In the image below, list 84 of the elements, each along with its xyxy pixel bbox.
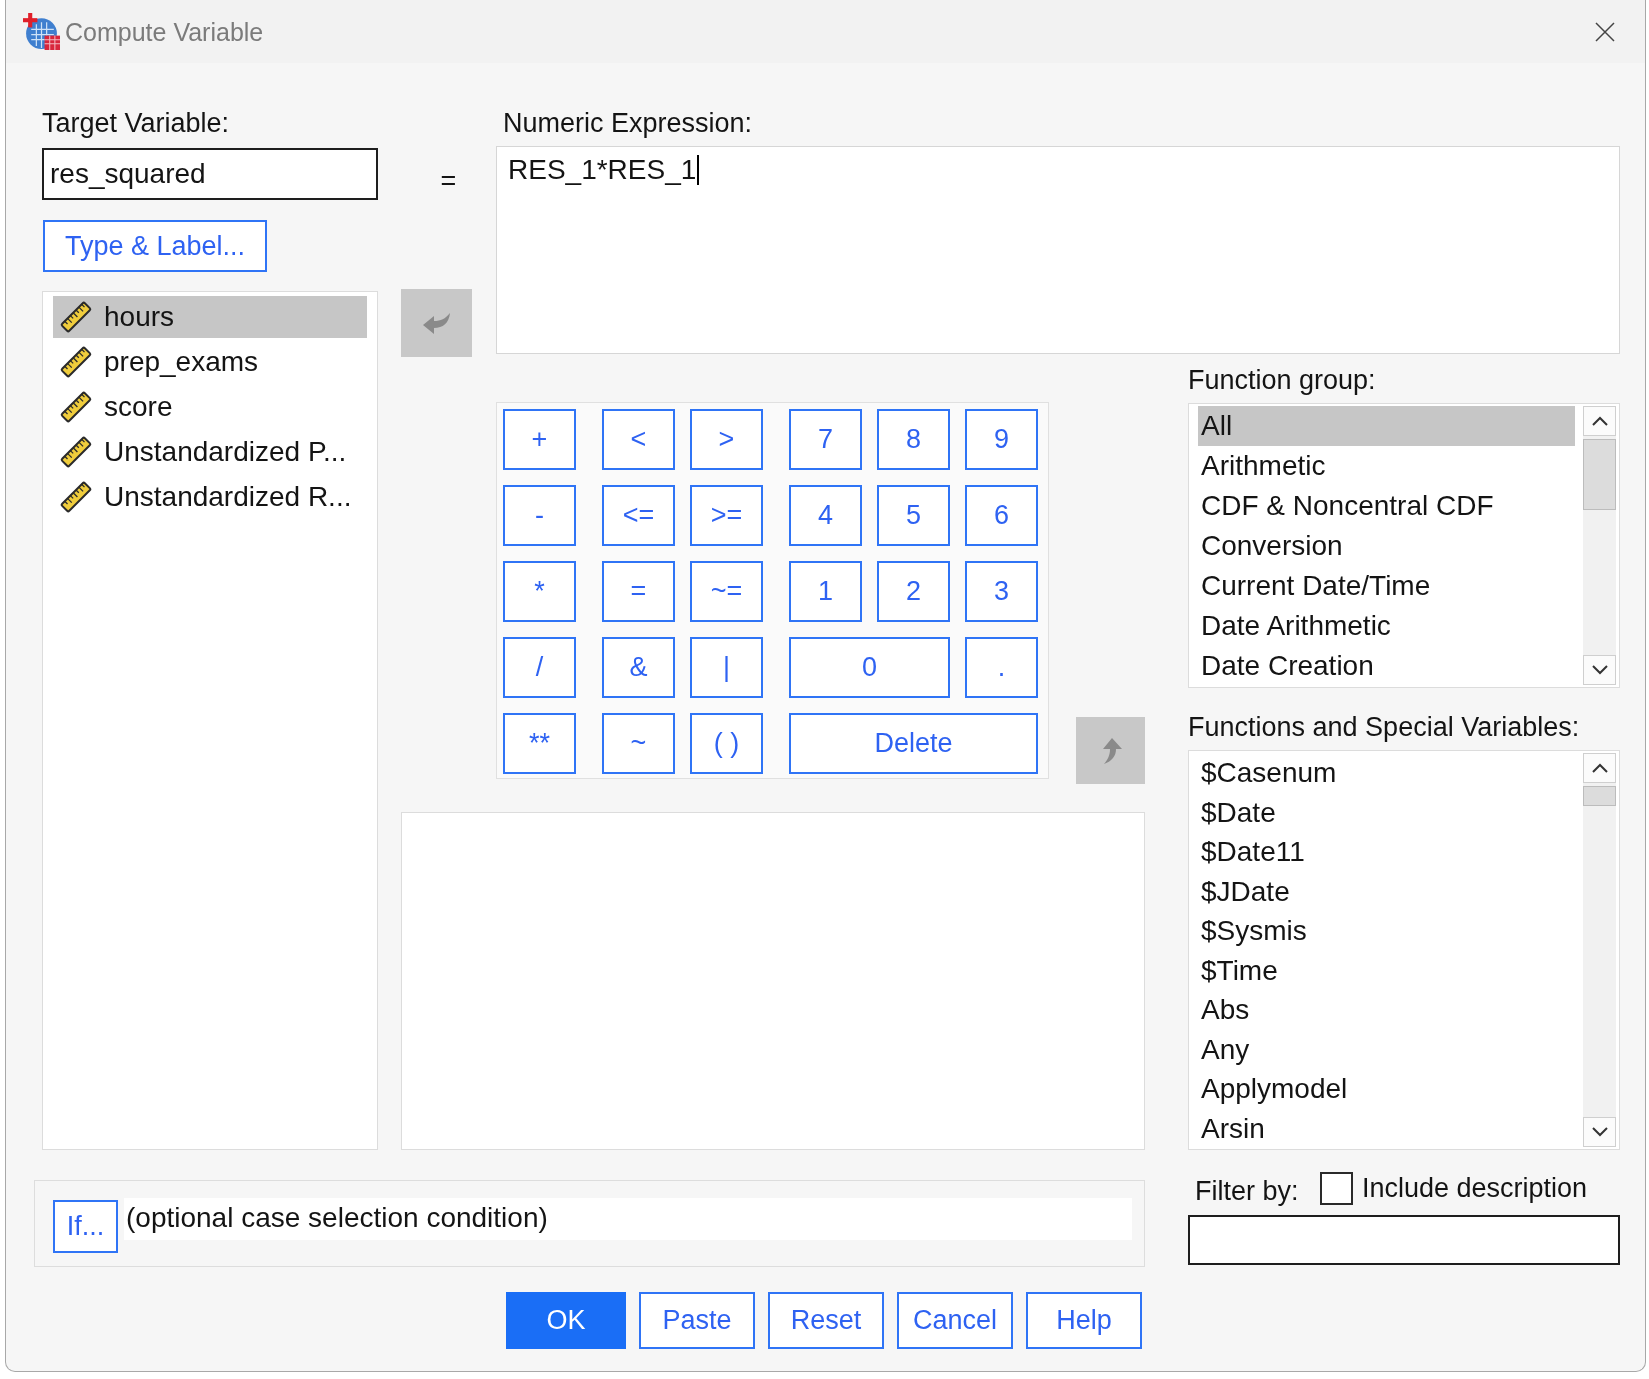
dialog-button[interactable]: Cancel <box>897 1292 1013 1349</box>
numeric-expression-label: Numeric Expression: <box>503 107 753 139</box>
window-title: Compute Variable <box>65 16 264 48</box>
function-item[interactable]: $Time <box>1198 950 1575 990</box>
variable-item[interactable]: Unstandardized R... <box>53 476 367 518</box>
function-item[interactable]: $Casenum <box>1198 753 1575 793</box>
function-item[interactable]: $Date <box>1198 792 1575 832</box>
dialog-button[interactable]: Help <box>1026 1292 1142 1349</box>
keypad-key[interactable]: 1 <box>789 561 862 622</box>
scrollbar-track[interactable] <box>1583 406 1616 685</box>
type-and-label-button[interactable]: Type & Label... <box>43 220 267 272</box>
keypad-key[interactable]: 0 <box>789 637 950 698</box>
variable-item[interactable]: score <box>53 386 367 428</box>
function-group-item[interactable]: All <box>1198 406 1575 446</box>
keypad-key[interactable]: >= <box>690 485 763 546</box>
function-group-item[interactable]: CDF & Noncentral CDF <box>1198 486 1575 526</box>
filter-by-label: Filter by: <box>1195 1175 1300 1207</box>
dialog-button[interactable]: Paste <box>639 1292 755 1349</box>
keypad-key[interactable]: & <box>602 637 675 698</box>
keypad-key[interactable]: 2 <box>877 561 950 622</box>
target-variable-label: Target Variable: <box>42 107 230 139</box>
grid-plus-icon <box>23 13 60 50</box>
function-group-item[interactable]: Date Arithmetic <box>1198 606 1575 646</box>
keypad-key[interactable]: ~ <box>602 713 675 774</box>
function-group-item[interactable]: Conversion <box>1198 526 1575 566</box>
scrollbar-thumb[interactable] <box>1583 439 1616 510</box>
keypad-key[interactable]: - <box>503 485 576 546</box>
close-icon <box>1595 21 1615 42</box>
chevron-up-icon <box>1591 763 1608 773</box>
scroll-up-button[interactable] <box>1583 406 1616 436</box>
variable-item[interactable]: hours <box>53 296 367 338</box>
function-item[interactable]: $JDate <box>1198 871 1575 911</box>
numeric-expression-field[interactable]: RES_1*RES_1 <box>496 146 1620 354</box>
function-group-item[interactable]: Current Date/Time <box>1198 566 1575 606</box>
keypad-key[interactable]: 6 <box>965 485 1038 546</box>
chevron-down-icon <box>1591 665 1608 675</box>
include-description-label: Include description <box>1362 1172 1588 1204</box>
function-item[interactable]: Applymodel <box>1198 1069 1575 1109</box>
keypad-key[interactable]: * <box>503 561 576 622</box>
function-item[interactable]: Any <box>1198 1029 1575 1069</box>
keypad-key[interactable]: ~= <box>690 561 763 622</box>
scroll-down-button[interactable] <box>1583 1117 1616 1147</box>
keypad-key[interactable]: 7 <box>789 409 862 470</box>
keypad-key[interactable]: | <box>690 637 763 698</box>
function-item[interactable]: $Date11 <box>1198 832 1575 872</box>
scrollbar-track[interactable] <box>1583 753 1616 1147</box>
keypad-key[interactable]: ** <box>503 713 576 774</box>
scrollbar-thumb[interactable] <box>1583 786 1616 806</box>
keypad-key[interactable]: 4 <box>789 485 862 546</box>
keypad-key[interactable]: 8 <box>877 409 950 470</box>
function-item[interactable]: Abs <box>1198 990 1575 1030</box>
function-item[interactable]: $Sysmis <box>1198 911 1575 951</box>
function-group-item[interactable]: Date Creation <box>1198 646 1575 686</box>
keypad-key[interactable]: ( ) <box>690 713 763 774</box>
equals-sign: = <box>440 166 457 196</box>
keypad-key[interactable]: . <box>965 637 1038 698</box>
keypad-key[interactable]: > <box>690 409 763 470</box>
variable-item[interactable]: prep_exams <box>53 341 367 383</box>
function-group-label: Function group: <box>1188 366 1376 394</box>
include-description-checkbox[interactable] <box>1320 1171 1353 1205</box>
keypad-key[interactable]: = <box>602 561 675 622</box>
if-button[interactable]: If... <box>53 1200 118 1253</box>
scroll-up-button[interactable] <box>1583 753 1616 783</box>
keypad-key[interactable]: / <box>503 637 576 698</box>
filter-field[interactable] <box>1188 1215 1620 1265</box>
functions-label: Functions and Special Variables: <box>1188 713 1580 741</box>
chevron-down-icon <box>1591 1127 1608 1137</box>
bent-arrow-icon <box>421 311 452 335</box>
keypad-key[interactable]: 9 <box>965 409 1038 470</box>
function-group-item[interactable]: Arithmetic <box>1198 446 1575 486</box>
keypad-key[interactable]: < <box>602 409 675 470</box>
variable-item[interactable]: Unstandardized P... <box>53 431 367 473</box>
keypad-key[interactable]: 5 <box>877 485 950 546</box>
keypad-key[interactable]: Delete <box>789 713 1038 774</box>
chevron-up-icon <box>1591 416 1608 426</box>
function-item[interactable]: Arsin <box>1198 1108 1575 1148</box>
scroll-down-button[interactable] <box>1583 655 1616 685</box>
keypad-key[interactable]: <= <box>602 485 675 546</box>
condition-display: (optional case selection condition) <box>124 1198 1132 1240</box>
target-variable-field[interactable]: res_squared <box>42 148 378 200</box>
keypad-key[interactable]: 3 <box>965 561 1038 622</box>
keypad-key[interactable]: + <box>503 409 576 470</box>
dialog-button[interactable]: Reset <box>768 1292 884 1349</box>
dialog-button[interactable]: OK <box>506 1292 626 1349</box>
